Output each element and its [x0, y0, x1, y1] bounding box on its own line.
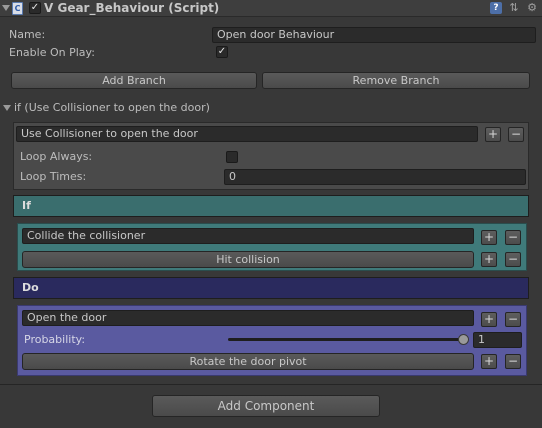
preset-icon[interactable]: ⇅: [508, 2, 520, 14]
component-enabled-checkbox[interactable]: ✓: [29, 2, 41, 14]
loop-always-checkbox[interactable]: [226, 151, 238, 163]
probability-label: Probability:: [24, 333, 86, 346]
if-add-button[interactable]: +: [481, 230, 497, 245]
loop-times-field[interactable]: 0: [224, 169, 526, 185]
probability-slider-track[interactable]: [228, 338, 468, 341]
if-section-header: If: [13, 195, 529, 217]
foldout-arrow-icon[interactable]: [2, 5, 10, 11]
do-section-header: Do: [13, 277, 529, 299]
settings-icon[interactable]: ⚙: [526, 2, 538, 14]
probability-slider-handle[interactable]: [458, 334, 469, 345]
loop-times-label: Loop Times:: [20, 170, 87, 183]
script-icon: C: [12, 2, 23, 15]
name-label: Name:: [9, 28, 46, 41]
add-component-button[interactable]: Add Component: [152, 395, 380, 417]
if-sub-add-button[interactable]: +: [481, 252, 497, 267]
loop-always-label: Loop Always:: [20, 150, 93, 163]
do-header-label: Do: [22, 281, 39, 294]
branch-foldout-label[interactable]: if (Use Collisioner to open the door): [14, 101, 210, 114]
branch-add-button[interactable]: +: [485, 127, 501, 142]
if-header-label: If: [22, 199, 31, 212]
branch-remove-button[interactable]: −: [508, 127, 524, 142]
component-title: V Gear_Behaviour (Script): [44, 1, 220, 15]
do-action-field[interactable]: Open the door: [22, 310, 474, 326]
do-sub-add-button[interactable]: +: [481, 354, 497, 369]
if-sub-remove-button[interactable]: −: [505, 252, 521, 267]
do-remove-button[interactable]: −: [505, 312, 521, 327]
enable-on-play-checkbox[interactable]: ✓: [216, 46, 228, 58]
add-branch-button[interactable]: Add Branch: [11, 72, 257, 89]
hit-collision-button[interactable]: Hit collision: [22, 251, 474, 268]
if-condition-field[interactable]: Collide the collisioner: [22, 228, 474, 244]
if-remove-button[interactable]: −: [505, 230, 521, 245]
do-add-button[interactable]: +: [481, 312, 497, 327]
footer-divider: [0, 384, 542, 385]
branch-foldout-arrow-icon[interactable]: [3, 105, 11, 111]
probability-field[interactable]: 1: [473, 332, 522, 348]
name-field[interactable]: Open door Behaviour: [212, 27, 536, 43]
rotate-door-pivot-button[interactable]: Rotate the door pivot: [22, 353, 474, 370]
remove-branch-button[interactable]: Remove Branch: [262, 72, 530, 89]
do-sub-remove-button[interactable]: −: [505, 354, 521, 369]
enable-on-play-label: Enable On Play:: [9, 46, 95, 59]
branch-name-field[interactable]: Use Collisioner to open the door: [16, 126, 478, 142]
help-icon[interactable]: ?: [490, 2, 502, 14]
